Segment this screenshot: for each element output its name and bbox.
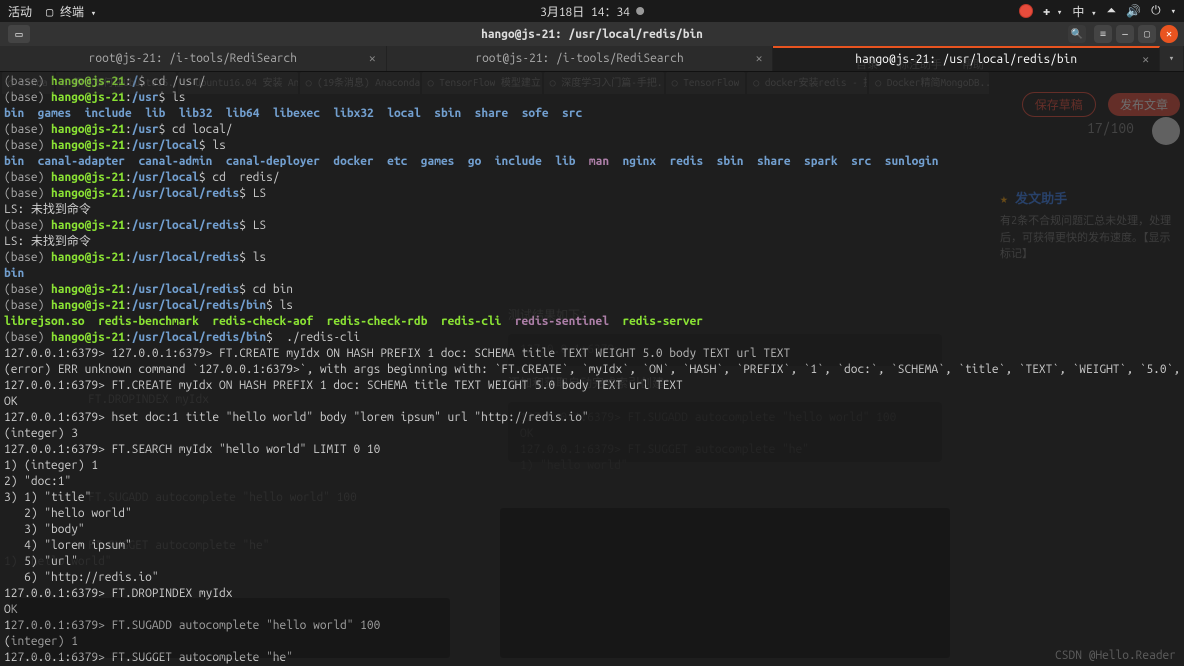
activities-button[interactable]: 活动 (8, 3, 32, 20)
terminal-tab-1[interactable]: root@js-21: /i-tools/RediSearch✕ (0, 46, 387, 71)
tab-menu-button[interactable]: ▾ (1160, 46, 1184, 71)
window-title: hango@js-21: /usr/local/redis/bin (481, 28, 703, 41)
input-method-icon[interactable]: 中 ▾ (1072, 3, 1096, 20)
helper-text: 有2条不合规问题汇总未处理，处理后，可获得更快的发布速度。【显示标记】 (1000, 213, 1180, 263)
maximize-button[interactable]: ▢ (1138, 25, 1156, 43)
close-button[interactable]: ✕ (1160, 25, 1178, 43)
watermark: CSDN @Hello.Reader (1055, 649, 1176, 662)
publish-button: 发布文章 (1108, 93, 1180, 116)
counter-label: 17/100 (1087, 120, 1134, 136)
terminal-tab-2[interactable]: root@js-21: /i-tools/RediSearch✕ (387, 46, 774, 71)
search-button[interactable]: 🔍 (1068, 25, 1086, 43)
ghost-sidebar: 17/100 保存草稿 发布文章 发文助手 有2条不合规问题汇总未处理，处理后，… (1000, 92, 1180, 263)
avatar (1152, 117, 1180, 145)
network-icon[interactable]: ⏶ (1107, 4, 1117, 18)
terminal-tabs: root@js-21: /i-tools/RediSearch✕ root@js… (0, 46, 1184, 72)
recording-icon (636, 7, 644, 15)
save-draft-button: 保存草稿 (1022, 92, 1096, 117)
power-icon[interactable]: ⏻ (1151, 4, 1161, 18)
close-icon[interactable]: ✕ (369, 52, 376, 65)
ghost-screenshot-2 (500, 508, 950, 658)
clock[interactable]: 3月18日 14：34 (540, 3, 630, 20)
gnome-topbar: 活动 ▢ 终端 ▾ 3月18日 14：34 ✚ ▾ 中 ▾ ⏶ 🔊 ⏻ ▾ (0, 0, 1184, 22)
volume-icon[interactable]: 🔊 (1126, 4, 1141, 18)
system-menu-icon[interactable]: ▾ (1171, 6, 1176, 17)
ghost-toolbar-icons: 目录标注助手帮助 (856, 56, 984, 72)
new-tab-button[interactable]: ▭ (8, 25, 30, 43)
terminal-menu[interactable]: ▢ 终端 ▾ (46, 3, 96, 20)
close-icon[interactable]: ✕ (756, 52, 763, 65)
minimize-button[interactable]: ─ (1116, 25, 1134, 43)
window-titlebar: ▭ hango@js-21: /usr/local/redis/bin 🔍 ≡ … (0, 22, 1184, 46)
hamburger-button[interactable]: ≡ (1094, 25, 1112, 43)
no-entry-icon[interactable] (1019, 4, 1033, 18)
close-icon[interactable]: ✕ (1142, 53, 1149, 66)
helper-title: 发文助手 (1000, 188, 1180, 207)
places-icon[interactable]: ✚ ▾ (1043, 4, 1062, 18)
ghost-screenshot-1 (10, 598, 450, 658)
